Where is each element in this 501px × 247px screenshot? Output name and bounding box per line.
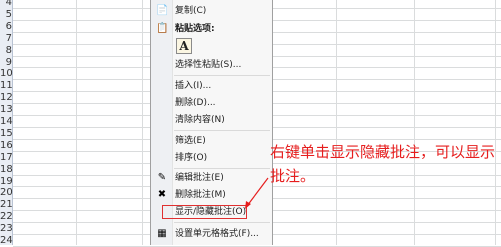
annotation-text: 右键单击显示隐藏批注，可以显示批注。 — [270, 143, 496, 185]
annotation-arrow — [245, 177, 269, 209]
